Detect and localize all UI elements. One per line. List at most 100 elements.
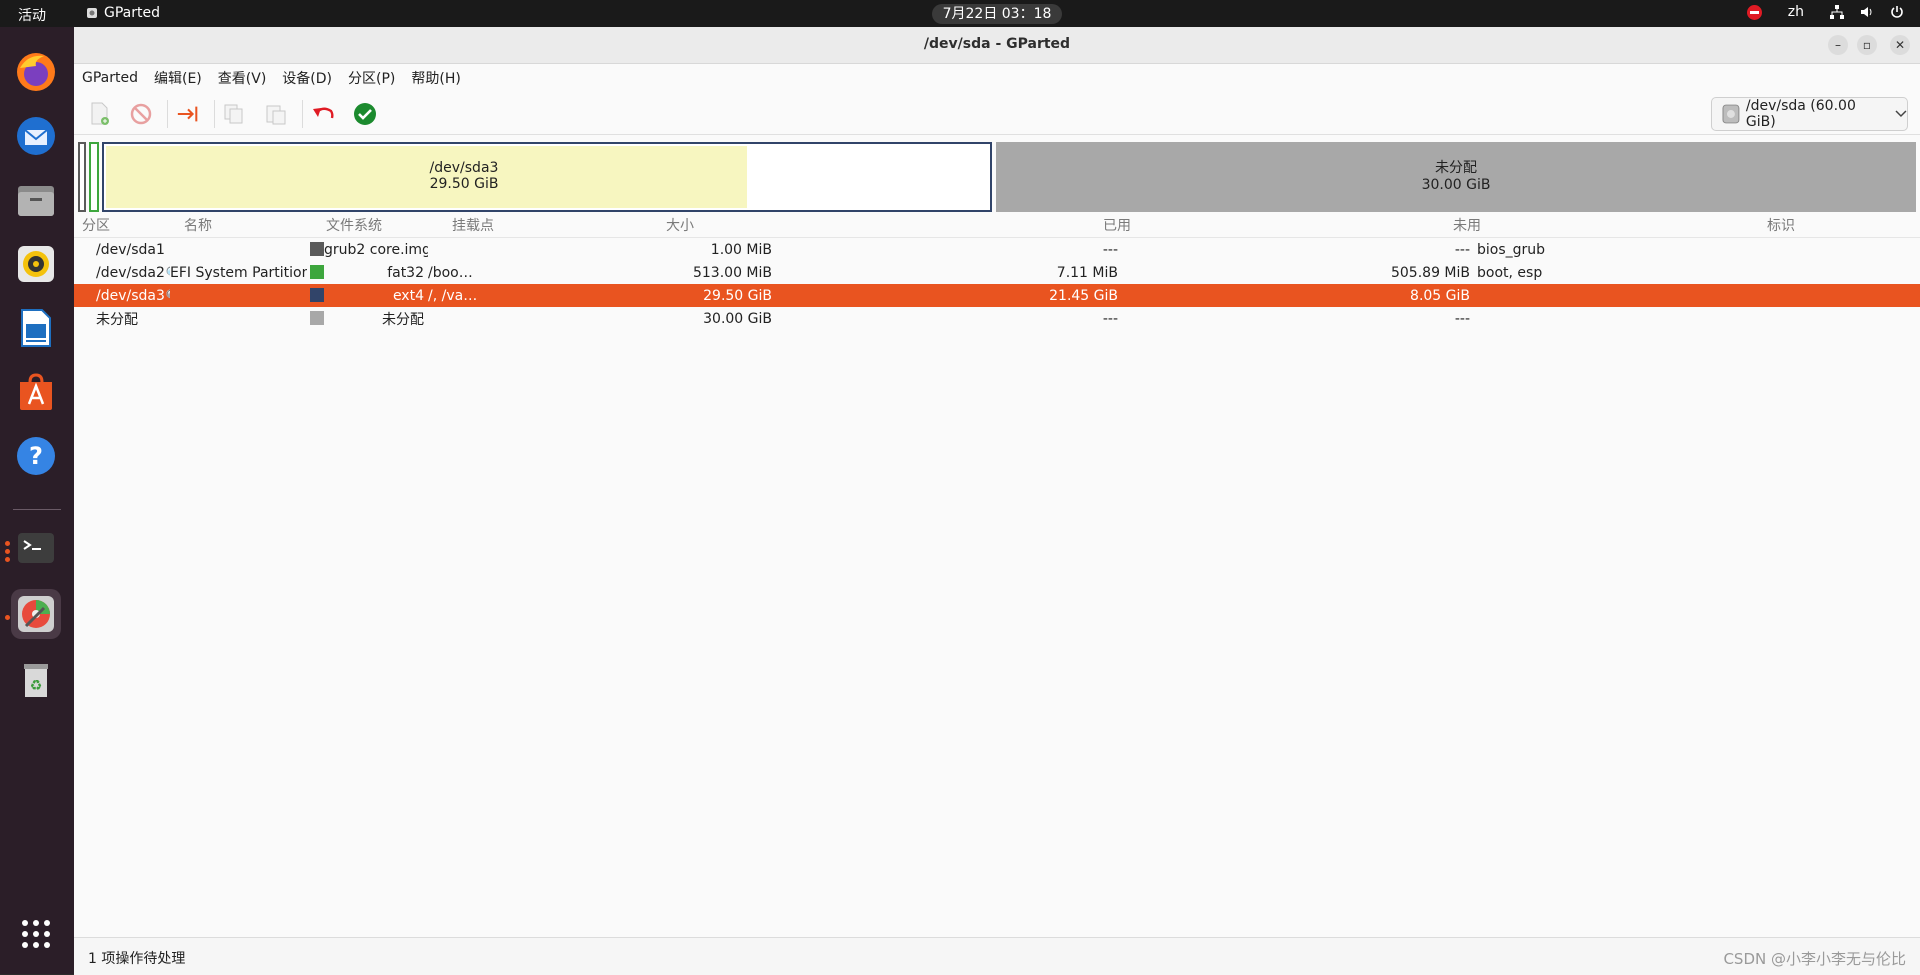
do-not-disturb-icon[interactable]: [1746, 4, 1762, 20]
maximize-button[interactable]: ▫: [1857, 35, 1877, 55]
clock[interactable]: 7月22日 03：18: [932, 4, 1062, 24]
table-row[interactable]: 未分配 未分配 30.00 GiB --- ---: [74, 307, 1920, 330]
fs-color-swatch: [310, 287, 324, 302]
activities-button[interactable]: 活动: [18, 5, 46, 25]
fs-color-swatch: [310, 264, 324, 279]
harddisk-icon: [1722, 104, 1740, 124]
dock-trash[interactable]: ♻: [11, 655, 61, 705]
delete-partition-button[interactable]: [129, 102, 153, 126]
cell-filesystem: fat32: [387, 264, 424, 281]
diskmap-unallocated-name: 未分配: [1435, 160, 1477, 176]
col-used[interactable]: 已用: [942, 215, 1292, 237]
app-grid-icon: [22, 920, 50, 948]
power-icon[interactable]: [1890, 5, 1904, 19]
cell-mountpoint: /boo…: [428, 264, 473, 281]
dock: ? ♻: [0, 27, 74, 974]
cell-color: [307, 287, 324, 304]
paste-icon: [266, 105, 286, 125]
cell-filesystem: ext4: [392, 287, 424, 304]
running-indicator: [5, 541, 10, 546]
menu-gparted[interactable]: GParted: [82, 70, 138, 86]
menu-view[interactable]: 查看(V): [218, 68, 267, 88]
diskmap-unallocated[interactable]: 未分配 30.00 GiB: [996, 142, 1916, 212]
dock-separator: [13, 509, 61, 510]
terminal-icon: [18, 533, 54, 563]
diskmap-sda2[interactable]: [89, 142, 99, 212]
menu-bar: GParted 编辑(E) 查看(V) 设备(D) 分区(P) 帮助(H): [74, 64, 1920, 92]
cell-partition: /dev/sda3🔍: [74, 288, 170, 304]
dock-firefox[interactable]: [11, 47, 61, 97]
resize-move-button[interactable]: [176, 102, 200, 126]
toolbar-separator: [214, 100, 215, 128]
dock-terminal[interactable]: [11, 523, 61, 573]
copy-icon: [224, 104, 243, 124]
menu-partition[interactable]: 分区(P): [348, 68, 395, 88]
running-indicator: [5, 557, 10, 562]
cell-name: EFI System Partition: [170, 264, 307, 281]
toolbar-separator: [167, 100, 168, 128]
diskmap-sda3[interactable]: /dev/sda3 29.50 GiB: [102, 142, 992, 212]
new-partition-button[interactable]: [88, 102, 112, 126]
device-selector[interactable]: /dev/sda (60.00 GiB): [1711, 97, 1908, 131]
table-row[interactable]: /dev/sda3🔍 ext4/, /va… 29.50 GiB 21.45 GiB 8…: [74, 284, 1920, 307]
input-language[interactable]: zh: [1788, 4, 1804, 20]
dock-files[interactable]: [11, 175, 61, 225]
menu-device[interactable]: 设备(D): [282, 68, 332, 88]
partition-path: /dev/sda2: [96, 264, 165, 281]
col-filesystem[interactable]: 文件系统: [326, 215, 452, 237]
volume-icon[interactable]: [1860, 5, 1874, 19]
show-apps-button[interactable]: [11, 909, 61, 959]
svg-text:?: ?: [29, 442, 43, 470]
col-flags[interactable]: 标识: [1642, 215, 1920, 237]
dock-rhythmbox[interactable]: [11, 239, 61, 289]
toolbar: /dev/sda (60.00 GiB): [74, 92, 1920, 135]
firefox-icon: [17, 53, 55, 91]
cell-flags: bios_grub: [1477, 241, 1546, 258]
dock-thunderbird[interactable]: [11, 111, 61, 161]
minimize-button[interactable]: –: [1828, 35, 1848, 55]
table-body: /dev/sda1 grub2 core.img 1.00 MiB --- --- bio…: [74, 238, 1920, 330]
col-mountpoint[interactable]: 挂载点: [452, 215, 666, 237]
col-partition[interactable]: 分区: [74, 215, 184, 237]
menu-help[interactable]: 帮助(H): [411, 68, 460, 88]
system-tray[interactable]: zh: [1746, 4, 1904, 20]
apply-button[interactable]: [353, 102, 377, 126]
network-icon[interactable]: [1830, 5, 1844, 19]
disk-map: /dev/sda3 29.50 GiB 未分配 30.00 GiB: [78, 142, 1916, 212]
undo-button[interactable]: [311, 102, 335, 126]
cell-unused: ---: [1454, 310, 1470, 327]
pending-operations-status[interactable]: 1 项操作待处理: [88, 948, 185, 968]
apply-check-icon: [354, 103, 376, 125]
close-button[interactable]: ✕: [1890, 35, 1910, 55]
table-row[interactable]: /dev/sda1 grub2 core.img 1.00 MiB --- --- bio…: [74, 238, 1920, 261]
undo-icon: [313, 107, 334, 119]
copy-button[interactable]: [222, 102, 246, 126]
app-menu[interactable]: GParted: [86, 5, 160, 21]
diskmap-sda1[interactable]: [78, 142, 86, 212]
dock-gparted[interactable]: [11, 589, 61, 639]
paste-button[interactable]: [264, 102, 288, 126]
window-title: /dev/sda - GParted: [923, 36, 1071, 52]
help-icon: ?: [17, 437, 55, 475]
table-row[interactable]: /dev/sda2🔍EFI System Partition fat32/boo……: [74, 261, 1920, 284]
gparted-small-icon: [87, 8, 97, 18]
title-bar[interactable]: /dev/sda - GParted – ▫ ✕: [74, 27, 1920, 64]
delete-icon: [130, 103, 152, 125]
rhythmbox-icon: [18, 246, 54, 282]
trash-icon: ♻: [24, 664, 48, 697]
cell-mountpoint: /, /va…: [428, 287, 478, 304]
key-icon: 🔍: [166, 289, 170, 303]
top-bar: 活动 GParted 7月22日 03：18 zh: [0, 0, 1920, 27]
running-indicator: [5, 549, 10, 554]
col-name[interactable]: 名称: [184, 215, 326, 237]
fs-color-swatch: [310, 310, 324, 325]
dock-writer[interactable]: [11, 303, 61, 353]
col-unused[interactable]: 未用: [1292, 215, 1642, 237]
dock-help[interactable]: ?: [11, 431, 61, 481]
dock-software[interactable]: [11, 367, 61, 417]
fs-color-swatch: [310, 241, 324, 256]
cell-color: [307, 264, 324, 281]
col-size[interactable]: 大小: [666, 215, 942, 237]
cell-size: 30.00 GiB: [703, 310, 772, 327]
menu-edit[interactable]: 编辑(E): [154, 68, 202, 88]
